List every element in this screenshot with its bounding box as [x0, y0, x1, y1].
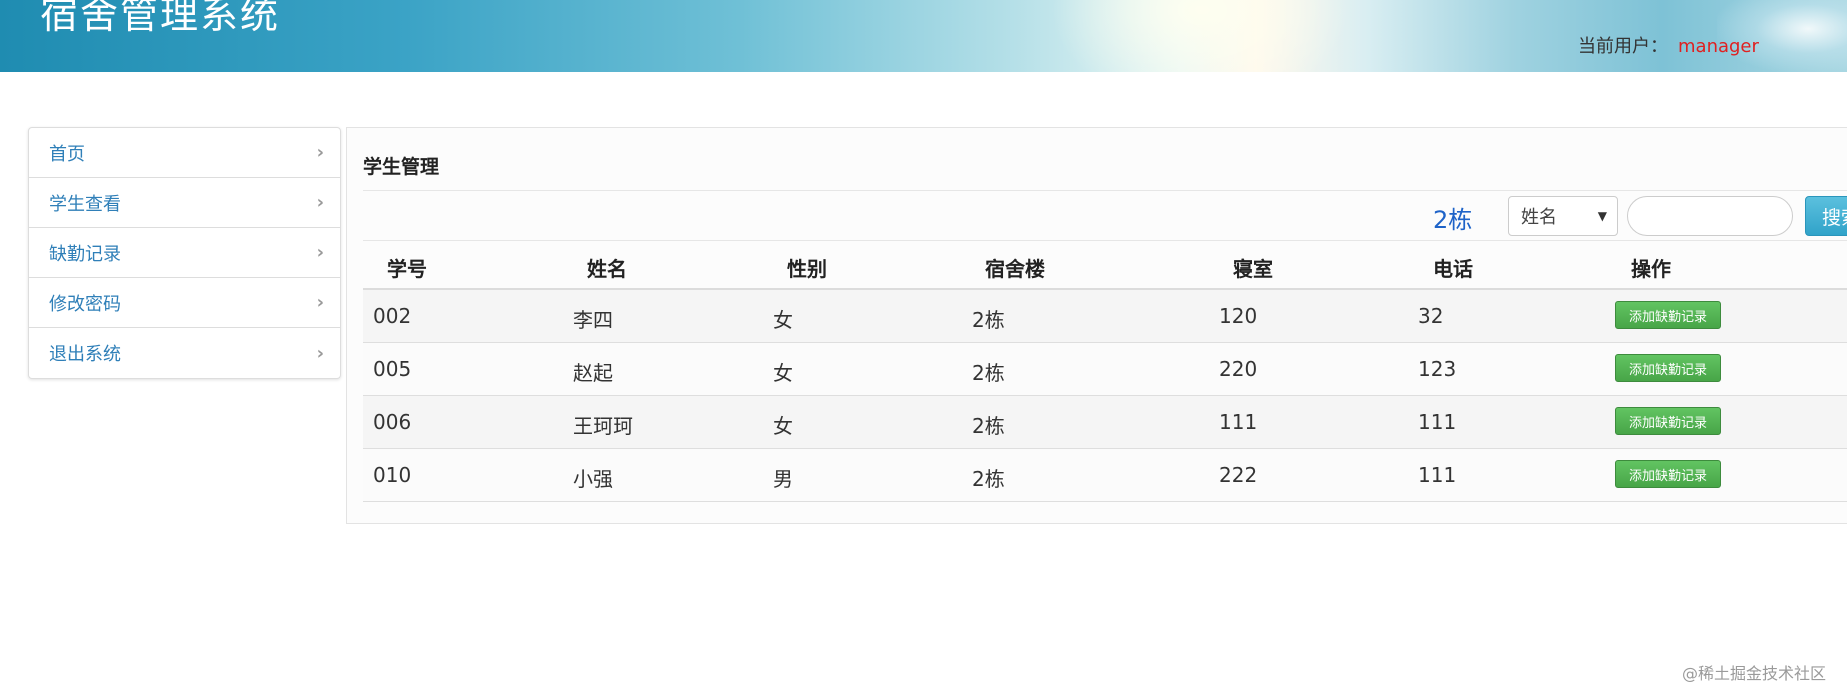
table-row: 005 赵起 女 2栋 220 123 添加缺勤记录	[363, 343, 1847, 396]
cell-name: 小强	[573, 467, 613, 491]
table-row: 002 李四 女 2栋 120 32 添加缺勤记录	[363, 290, 1847, 343]
column-header-action: 操作	[1631, 257, 1671, 281]
table-row: 006 王珂珂 女 2栋 111 111 添加缺勤记录	[363, 396, 1847, 449]
cell-id: 005	[373, 357, 412, 381]
add-absence-record-button[interactable]: 添加缺勤记录	[1615, 354, 1721, 382]
cell-name: 赵起	[573, 361, 613, 385]
search-field-select[interactable]: 姓名 ▼	[1508, 196, 1618, 236]
column-header-room: 寝室	[1233, 257, 1273, 281]
sidebar-item-student-view[interactable]: 学生查看 ›	[29, 178, 340, 228]
sidebar-item-logout[interactable]: 退出系统 ›	[29, 328, 340, 378]
cell-gender: 女	[773, 361, 793, 385]
watermark: @稀土掘金技术社区	[1682, 664, 1827, 683]
cell-name: 王珂珂	[573, 414, 633, 438]
cell-room: 222	[1219, 463, 1258, 487]
caret-down-icon: ▼	[1597, 209, 1607, 223]
cell-id: 006	[373, 410, 412, 434]
sidebar-item-label: 缺勤记录	[49, 243, 121, 265]
sidebar-item-absence-records[interactable]: 缺勤记录 ›	[29, 228, 340, 278]
add-absence-record-button[interactable]: 添加缺勤记录	[1615, 301, 1721, 329]
column-header-phone: 电话	[1433, 257, 1473, 281]
current-user-label: 当前用户：	[1578, 36, 1668, 57]
cell-building: 2栋	[972, 414, 1005, 438]
cell-gender: 女	[773, 308, 793, 332]
chevron-right-icon: ›	[316, 192, 324, 213]
column-header-id: 学号	[387, 257, 427, 281]
system-title: 宿舍管理系统	[40, 0, 281, 37]
current-user: 当前用户： manager	[1578, 32, 1759, 58]
building-label: 2栋	[1433, 206, 1473, 234]
cell-name: 李四	[573, 308, 613, 332]
chevron-right-icon: ›	[316, 142, 324, 163]
cell-gender: 男	[773, 467, 793, 491]
cell-room: 111	[1219, 410, 1258, 434]
cell-phone: 111	[1418, 410, 1457, 434]
table-row: 010 小强 男 2栋 222 111 添加缺勤记录	[363, 449, 1847, 502]
panel-title: 学生管理	[363, 156, 440, 178]
add-absence-record-button[interactable]: 添加缺勤记录	[1615, 407, 1721, 435]
column-header-name: 姓名	[587, 257, 627, 281]
sidebar-item-label: 学生查看	[49, 193, 121, 215]
cell-building: 2栋	[972, 467, 1005, 491]
cell-gender: 女	[773, 414, 793, 438]
chevron-right-icon: ›	[316, 292, 324, 313]
current-username: manager	[1678, 36, 1759, 57]
cell-building: 2栋	[972, 308, 1005, 332]
search-toolbar: 2栋 姓名 ▼ 搜索	[347, 194, 1847, 240]
sidebar-item-label: 修改密码	[49, 293, 121, 315]
sidebar-item-change-password[interactable]: 修改密码 ›	[29, 278, 340, 328]
cell-room: 120	[1219, 304, 1258, 328]
search-input[interactable]	[1627, 196, 1793, 236]
cell-phone: 32	[1418, 304, 1444, 328]
column-header-gender: 性别	[787, 257, 827, 281]
student-management-panel: 学生管理 2栋 姓名 ▼ 搜索 学号 姓名 性别 宿舍楼 寝室 电话 操作 00…	[346, 127, 1847, 524]
sidebar-item-home[interactable]: 首页 ›	[29, 128, 340, 178]
chevron-right-icon: ›	[316, 242, 324, 263]
cell-id: 010	[373, 463, 412, 487]
app-header: 宿舍管理系统 当前用户： manager	[0, 0, 1847, 72]
add-absence-record-button[interactable]: 添加缺勤记录	[1615, 460, 1721, 488]
column-header-building: 宿舍楼	[985, 257, 1045, 281]
search-button[interactable]: 搜索	[1805, 196, 1847, 236]
chevron-right-icon: ›	[316, 342, 324, 364]
search-field-value: 姓名	[1521, 207, 1557, 228]
panel-divider	[363, 190, 1847, 191]
cell-phone: 111	[1418, 463, 1457, 487]
cell-id: 002	[373, 304, 412, 328]
table-header: 学号 姓名 性别 宿舍楼 寝室 电话 操作	[363, 240, 1847, 290]
header-glow	[1050, 0, 1350, 72]
sidebar-item-label: 首页	[49, 143, 85, 165]
cell-phone: 123	[1418, 357, 1457, 381]
student-table: 学号 姓名 性别 宿舍楼 寝室 电话 操作 002 李四 女 2栋 120 32…	[363, 240, 1847, 502]
cell-room: 220	[1219, 357, 1258, 381]
sidebar-menu: 首页 › 学生查看 › 缺勤记录 › 修改密码 › 退出系统 ›	[28, 127, 341, 379]
cell-building: 2栋	[972, 361, 1005, 385]
sidebar-item-label: 退出系统	[49, 344, 121, 365]
